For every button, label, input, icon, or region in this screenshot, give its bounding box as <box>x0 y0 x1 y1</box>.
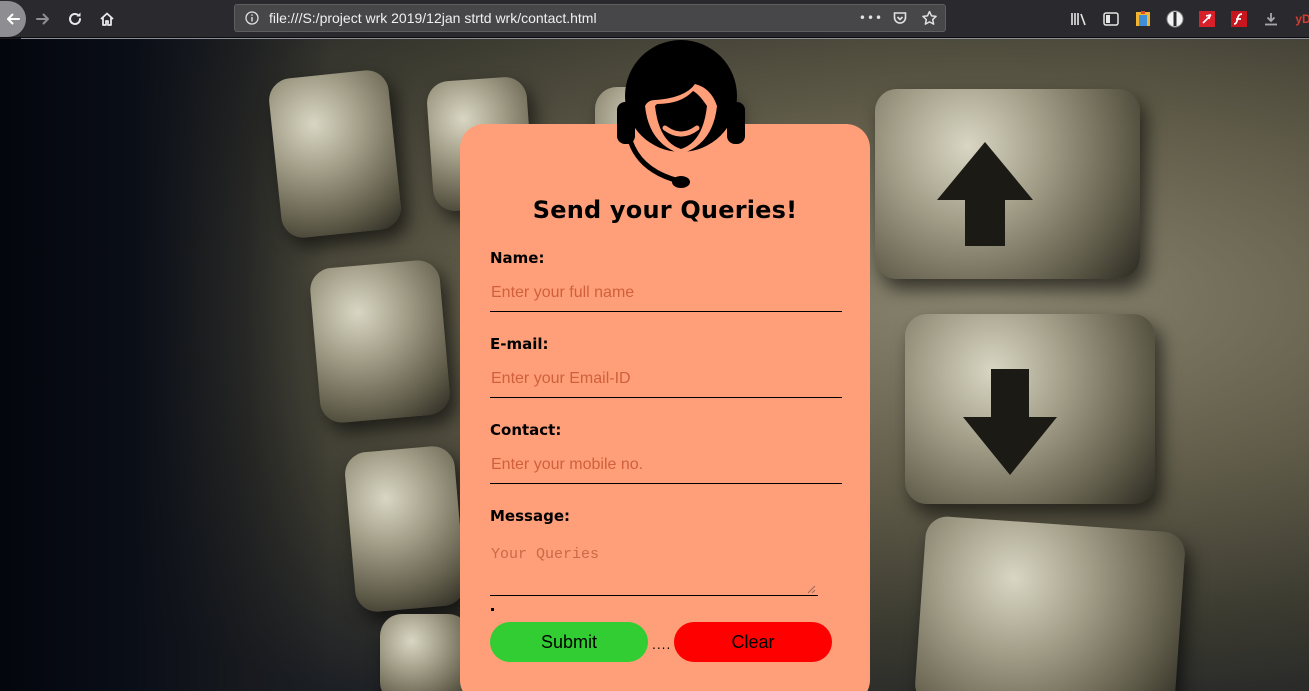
page-background: Send your Queries! Name: E-mail: Contact… <box>0 39 1309 691</box>
arrow-left-icon <box>7 13 20 25</box>
url-text[interactable]: file:///S:/project wrk 2019/12jan strtd … <box>269 10 597 26</box>
message-textarea[interactable] <box>490 540 818 596</box>
flash-player-icon[interactable] <box>1229 9 1249 29</box>
clear-button[interactable]: Clear <box>674 622 832 662</box>
home-icon <box>100 12 114 26</box>
privacy-badger-icon[interactable] <box>1165 9 1185 29</box>
arrow-up-icon <box>937 142 1033 246</box>
arrow-right-icon <box>36 13 49 25</box>
info-icon[interactable] <box>245 11 259 25</box>
home-button[interactable] <box>94 0 120 38</box>
resize-grip-icon[interactable] <box>807 585 816 594</box>
contact-label: Contact: <box>490 421 562 439</box>
button-separator: .... <box>652 638 672 652</box>
sidebar-icon[interactable] <box>1101 9 1121 29</box>
downloads-icon[interactable] <box>1261 9 1281 29</box>
toolbar-right-icons: yD <box>1057 0 1309 38</box>
url-bar[interactable]: file:///S:/project wrk 2019/12jan strtd … <box>234 4 946 32</box>
flash-icon[interactable] <box>1197 9 1217 29</box>
contact-form-card: Send your Queries! Name: E-mail: Contact… <box>460 124 870 691</box>
background-key <box>266 68 404 240</box>
extension-icon[interactable] <box>1133 9 1153 29</box>
browser-toolbar: file:///S:/project wrk 2019/12jan strtd … <box>0 0 1309 38</box>
email-input[interactable] <box>490 366 842 398</box>
name-input[interactable] <box>490 280 842 312</box>
name-label: Name: <box>490 249 545 267</box>
background-key <box>343 444 467 614</box>
email-label: E-mail: <box>490 335 549 353</box>
message-label: Message: <box>490 507 570 525</box>
bookmark-star-icon[interactable] <box>919 8 939 28</box>
reload-icon <box>69 12 81 25</box>
back-button[interactable] <box>0 1 26 37</box>
submit-button[interactable]: Submit <box>490 622 648 662</box>
form-title: Send your Queries! <box>532 196 798 224</box>
library-icon[interactable] <box>1069 9 1089 29</box>
background-key <box>308 258 452 425</box>
page-actions-button[interactable]: ••• <box>859 8 882 28</box>
form-dot <box>491 608 494 611</box>
reload-button[interactable] <box>62 0 88 38</box>
support-headset-icon <box>617 40 745 188</box>
extension-yd-icon[interactable]: yD <box>1293 9 1309 29</box>
background-key <box>913 515 1187 691</box>
arrow-down-icon <box>963 369 1057 475</box>
pocket-icon[interactable] <box>890 8 910 28</box>
forward-button[interactable] <box>30 0 56 38</box>
background-key <box>380 614 470 691</box>
contact-input[interactable] <box>490 452 842 484</box>
